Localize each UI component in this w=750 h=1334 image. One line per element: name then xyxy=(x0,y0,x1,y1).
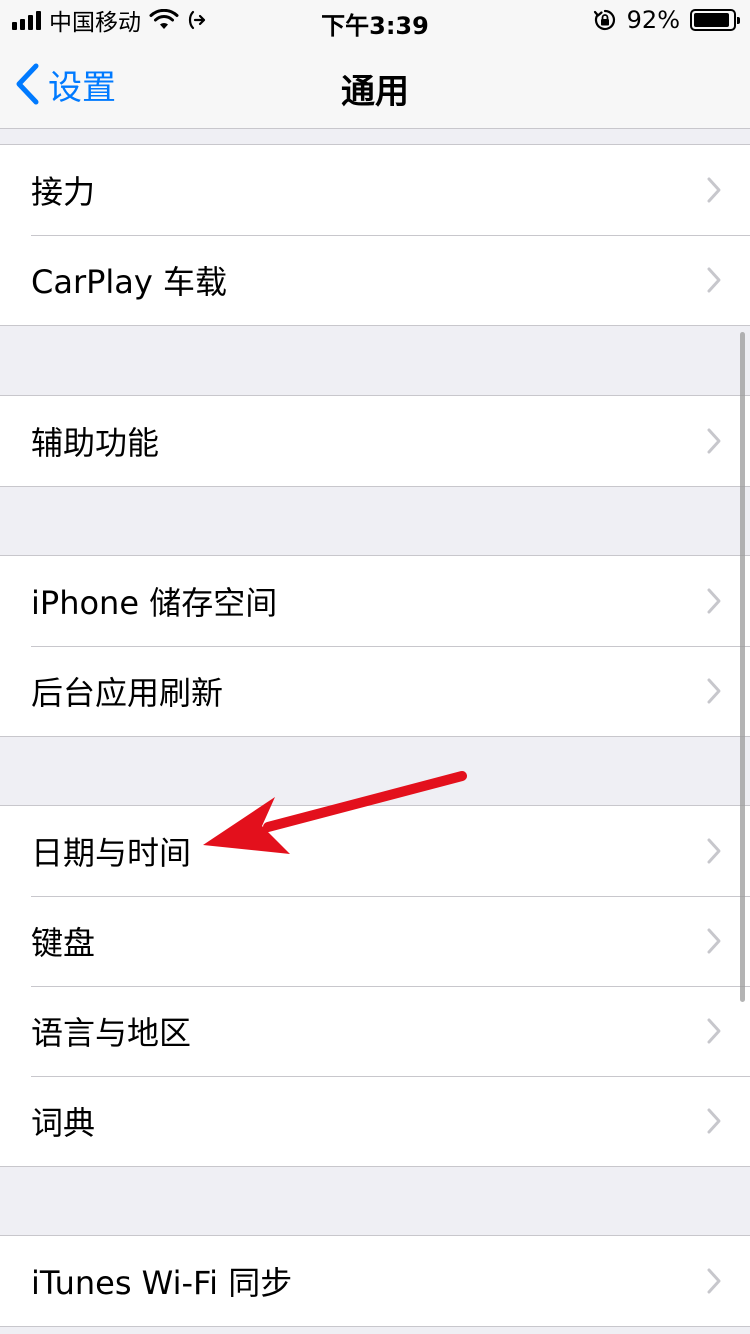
chevron-right-icon xyxy=(707,588,721,614)
chevron-right-icon xyxy=(707,267,721,293)
row-date-time[interactable]: 日期与时间 xyxy=(0,806,750,896)
row-label: 键盘 xyxy=(31,924,96,962)
row-carplay[interactable]: CarPlay 车载 xyxy=(0,235,750,325)
settings-group-storage: iPhone 储存空间 后台应用刷新 xyxy=(0,555,750,737)
chevron-right-icon xyxy=(707,428,721,454)
row-language-region[interactable]: 语言与地区 xyxy=(0,986,750,1076)
page-title: 通用 xyxy=(341,72,409,112)
chevron-right-icon xyxy=(707,1018,721,1044)
row-label: 词典 xyxy=(31,1104,96,1142)
battery-level-fill xyxy=(694,13,729,27)
row-iphone-storage[interactable]: iPhone 储存空间 xyxy=(0,556,750,646)
battery-icon xyxy=(690,9,740,31)
settings-group-itunes-sync: iTunes Wi-Fi 同步 xyxy=(0,1235,750,1327)
scroll-indicator xyxy=(740,332,745,1002)
chevron-right-icon xyxy=(707,1108,721,1134)
row-itunes-wifi-sync[interactable]: iTunes Wi-Fi 同步 xyxy=(0,1236,750,1326)
status-right: 92% xyxy=(593,6,740,34)
row-label: iTunes Wi-Fi 同步 xyxy=(31,1264,293,1302)
row-label: 接力 xyxy=(31,173,96,211)
row-handoff[interactable]: 接力 xyxy=(0,145,750,235)
chevron-right-icon xyxy=(707,838,721,864)
row-label: 语言与地区 xyxy=(31,1014,192,1052)
row-accessibility[interactable]: 辅助功能 xyxy=(0,396,750,486)
navigation-bar: 设置 通用 xyxy=(0,40,750,129)
settings-group-date-keyboard-language: 日期与时间 键盘 语言与地区 词典 xyxy=(0,805,750,1167)
chevron-right-icon xyxy=(707,678,721,704)
chevron-right-icon xyxy=(707,177,721,203)
row-label: iPhone 储存空间 xyxy=(31,584,278,622)
settings-group-accessibility: 辅助功能 xyxy=(0,395,750,487)
row-background-app-refresh[interactable]: 后台应用刷新 xyxy=(0,646,750,736)
screen: 中国移动 下午3:39 92% 设置 通用 接力 CarPlay 车载 辅助功能… xyxy=(0,0,750,1334)
row-keyboard[interactable]: 键盘 xyxy=(0,896,750,986)
orientation-lock-icon xyxy=(593,9,615,31)
chevron-right-icon xyxy=(707,1268,721,1294)
row-label: CarPlay 车载 xyxy=(31,263,228,301)
status-bar: 中国移动 下午3:39 92% xyxy=(0,0,750,40)
battery-percent: 92% xyxy=(626,6,680,34)
row-label: 辅助功能 xyxy=(31,424,160,462)
row-label: 日期与时间 xyxy=(31,834,192,872)
row-label: 后台应用刷新 xyxy=(31,674,224,712)
chevron-right-icon xyxy=(707,928,721,954)
settings-group-continuity: 接力 CarPlay 车载 xyxy=(0,144,750,326)
row-dictionary[interactable]: 词典 xyxy=(0,1076,750,1166)
